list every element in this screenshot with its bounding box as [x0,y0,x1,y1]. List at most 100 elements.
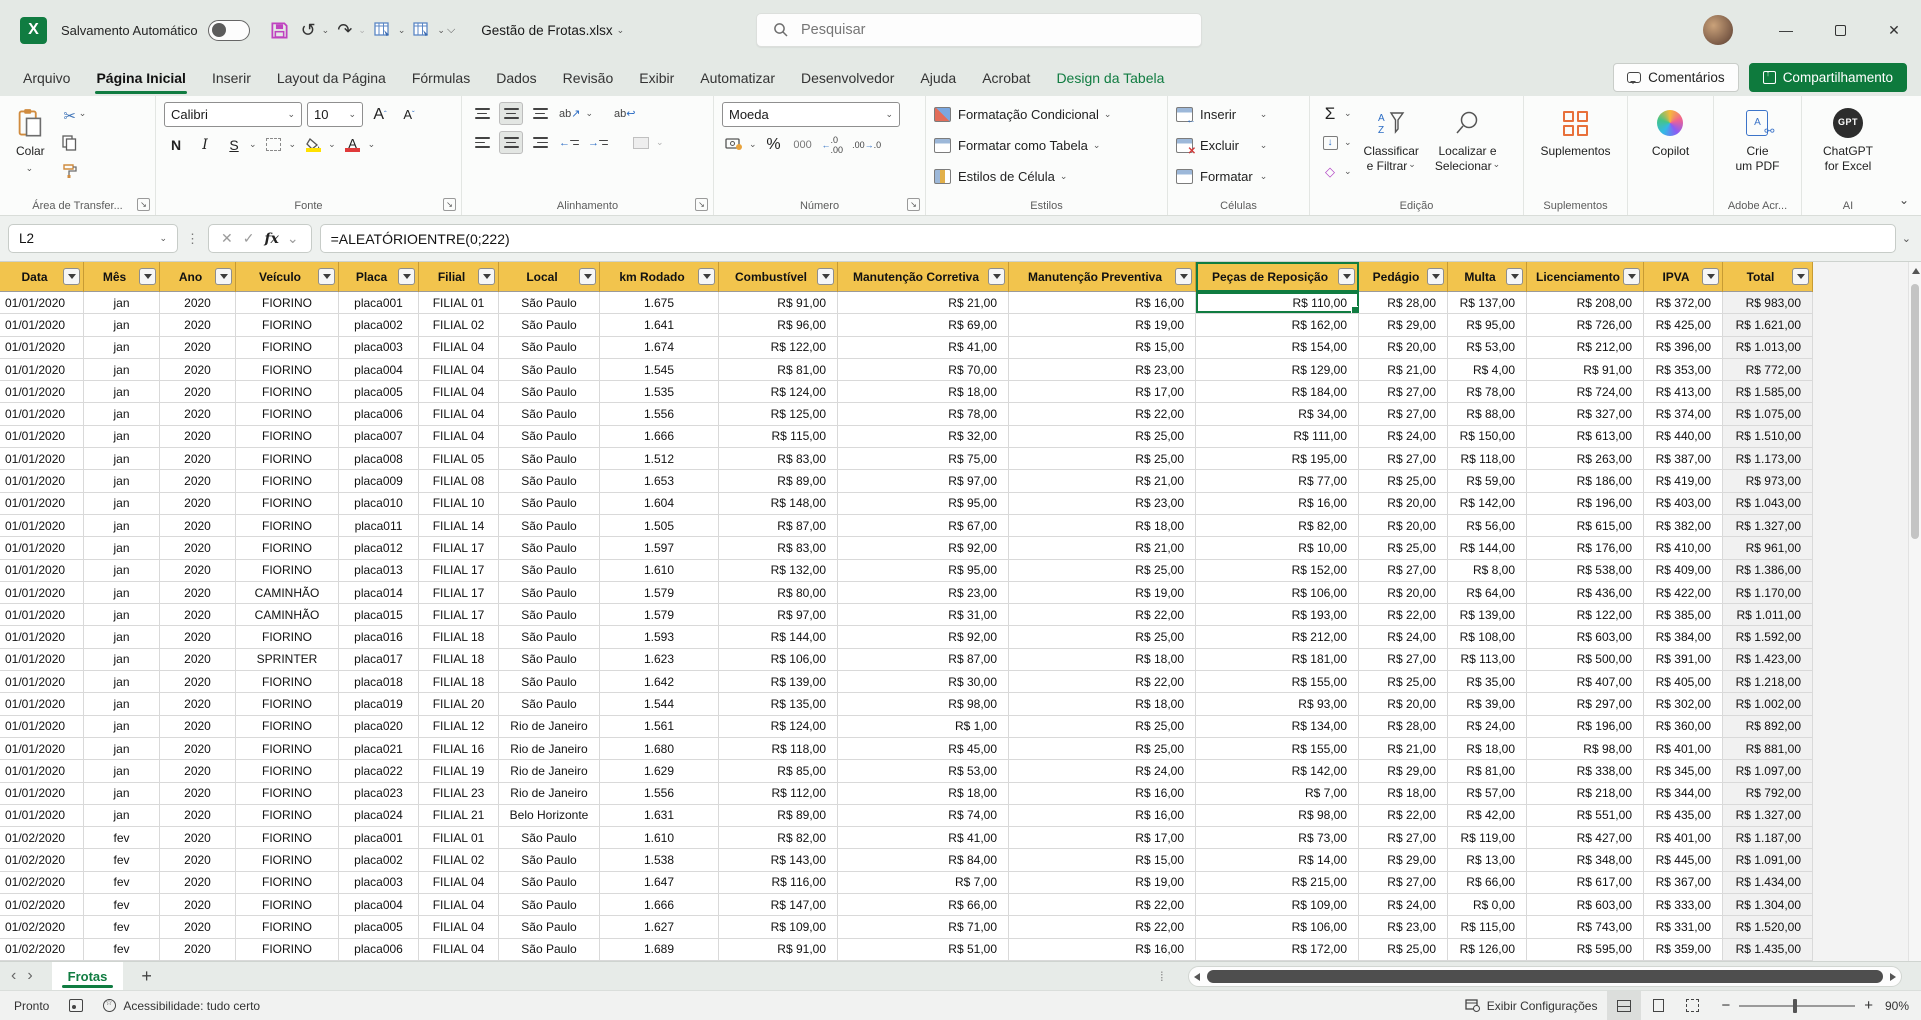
page-break-view-button[interactable] [1675,991,1709,1020]
cell-r27-c12[interactable]: R$ 24,00 [1359,894,1448,915]
cell-r7-c12[interactable]: R$ 27,00 [1359,448,1448,469]
cell-r5-c6[interactable]: São Paulo [499,403,600,424]
cell-r14-c7[interactable]: 1.579 [600,604,719,625]
cell-r20-c9[interactable]: R$ 45,00 [838,738,1009,759]
format-painter-icon[interactable] [59,160,81,180]
cell-r6-c6[interactable]: São Paulo [499,426,600,447]
cell-r12-c5[interactable]: FILIAL 17 [419,560,499,581]
cell-r14-c10[interactable]: R$ 22,00 [1009,604,1196,625]
cell-r19-c5[interactable]: FILIAL 12 [419,716,499,737]
cell-r0-c1[interactable]: jan [84,292,160,313]
italic-button[interactable]: I [193,133,217,156]
cell-r10-c12[interactable]: R$ 20,00 [1359,515,1448,536]
cell-r0-c4[interactable]: placa001 [339,292,419,313]
cell-r15-c4[interactable]: placa016 [339,626,419,647]
column-header-15[interactable]: IPVA [1644,262,1723,292]
cell-r11-c10[interactable]: R$ 21,00 [1009,537,1196,558]
format-as-table-button[interactable]: Formatar como Tabela⌄ [934,133,1111,158]
display-settings-button[interactable]: Exibir Configurações [1455,991,1608,1020]
cell-r28-c15[interactable]: R$ 331,00 [1644,916,1723,937]
cell-r12-c16[interactable]: R$ 1.386,00 [1723,560,1813,581]
cell-r23-c3[interactable]: FIORINO [236,805,339,826]
cell-r16-c8[interactable]: R$ 106,00 [719,649,838,670]
cell-r21-c5[interactable]: FILIAL 19 [419,760,499,781]
cell-r3-c2[interactable]: 2020 [160,359,236,380]
percent-style-button[interactable]: % [762,133,786,156]
filter-dropdown-icon[interactable] [478,268,495,285]
cell-r3-c14[interactable]: R$ 91,00 [1527,359,1644,380]
cell-r15-c13[interactable]: R$ 108,00 [1448,626,1527,647]
cell-r12-c12[interactable]: R$ 27,00 [1359,560,1448,581]
font-size-select[interactable]: 10⌄ [307,102,363,127]
delete-cells-button[interactable]: Excluir⌄ [1176,133,1267,158]
cell-r29-c2[interactable]: 2020 [160,939,236,960]
clipboard-chevron-icon[interactable]: ⌄ [79,108,87,119]
cell-r24-c6[interactable]: São Paulo [499,827,600,848]
cell-r23-c15[interactable]: R$ 435,00 [1644,805,1723,826]
cell-r28-c5[interactable]: FILIAL 04 [419,916,499,937]
cell-r5-c2[interactable]: 2020 [160,403,236,424]
cell-r24-c5[interactable]: FILIAL 01 [419,827,499,848]
cell-r20-c15[interactable]: R$ 401,00 [1644,738,1723,759]
cell-r1-c10[interactable]: R$ 19,00 [1009,314,1196,335]
excel-logo-icon[interactable]: X [20,17,47,44]
cell-r26-c16[interactable]: R$ 1.434,00 [1723,872,1813,893]
cell-r5-c13[interactable]: R$ 88,00 [1448,403,1527,424]
cell-r9-c7[interactable]: 1.604 [600,493,719,514]
cell-r6-c8[interactable]: R$ 115,00 [719,426,838,447]
cell-r29-c8[interactable]: R$ 91,00 [719,939,838,960]
cell-r21-c12[interactable]: R$ 29,00 [1359,760,1448,781]
cell-r9-c11[interactable]: R$ 16,00 [1196,493,1359,514]
cell-r11-c3[interactable]: FIORINO [236,537,339,558]
cell-r26-c0[interactable]: 01/02/2020 [0,872,84,893]
cell-r10-c15[interactable]: R$ 382,00 [1644,515,1723,536]
cell-r15-c5[interactable]: FILIAL 18 [419,626,499,647]
cell-r9-c1[interactable]: jan [84,493,160,514]
cell-r5-c15[interactable]: R$ 374,00 [1644,403,1723,424]
cell-r0-c13[interactable]: R$ 137,00 [1448,292,1527,313]
cell-r5-c8[interactable]: R$ 125,00 [719,403,838,424]
column-header-6[interactable]: Local [499,262,600,292]
cell-r16-c14[interactable]: R$ 500,00 [1527,649,1644,670]
cell-r27-c1[interactable]: fev [84,894,160,915]
cell-r17-c14[interactable]: R$ 407,00 [1527,671,1644,692]
cell-r21-c7[interactable]: 1.629 [600,760,719,781]
bold-button[interactable]: N [164,133,188,156]
cell-r25-c7[interactable]: 1.538 [600,849,719,870]
cell-r23-c14[interactable]: R$ 551,00 [1527,805,1644,826]
cell-r10-c1[interactable]: jan [84,515,160,536]
cell-r25-c14[interactable]: R$ 348,00 [1527,849,1644,870]
cell-r13-c7[interactable]: 1.579 [600,582,719,603]
cell-r18-c15[interactable]: R$ 302,00 [1644,693,1723,714]
cell-r18-c7[interactable]: 1.544 [600,693,719,714]
cell-r7-c4[interactable]: placa008 [339,448,419,469]
filter-dropdown-icon[interactable] [1623,268,1640,285]
cell-r6-c13[interactable]: R$ 150,00 [1448,426,1527,447]
cell-r17-c3[interactable]: FIORINO [236,671,339,692]
cell-r15-c10[interactable]: R$ 25,00 [1009,626,1196,647]
cell-r11-c0[interactable]: 01/01/2020 [0,537,84,558]
cell-r26-c4[interactable]: placa003 [339,872,419,893]
cell-r0-c8[interactable]: R$ 91,00 [719,292,838,313]
cell-r11-c7[interactable]: 1.597 [600,537,719,558]
cell-r12-c6[interactable]: São Paulo [499,560,600,581]
cell-r27-c5[interactable]: FILIAL 04 [419,894,499,915]
avatar[interactable] [1703,15,1733,45]
cell-r14-c0[interactable]: 01/01/2020 [0,604,84,625]
cell-r28-c12[interactable]: R$ 23,00 [1359,916,1448,937]
sheet-tab-frotas[interactable]: Frotas [52,962,124,991]
underline-chevron-icon[interactable]: ⌄ [249,139,257,150]
cell-r1-c3[interactable]: FIORINO [236,314,339,335]
cell-r29-c14[interactable]: R$ 595,00 [1527,939,1644,960]
cell-r25-c0[interactable]: 01/02/2020 [0,849,84,870]
cell-r0-c14[interactable]: R$ 208,00 [1527,292,1644,313]
cell-r17-c5[interactable]: FILIAL 18 [419,671,499,692]
cell-r27-c7[interactable]: 1.666 [600,894,719,915]
cell-r19-c1[interactable]: jan [84,716,160,737]
cell-r2-c10[interactable]: R$ 15,00 [1009,337,1196,358]
cell-r28-c2[interactable]: 2020 [160,916,236,937]
cell-r24-c0[interactable]: 01/02/2020 [0,827,84,848]
cell-r28-c3[interactable]: FIORINO [236,916,339,937]
cell-r19-c4[interactable]: placa020 [339,716,419,737]
cell-r23-c2[interactable]: 2020 [160,805,236,826]
